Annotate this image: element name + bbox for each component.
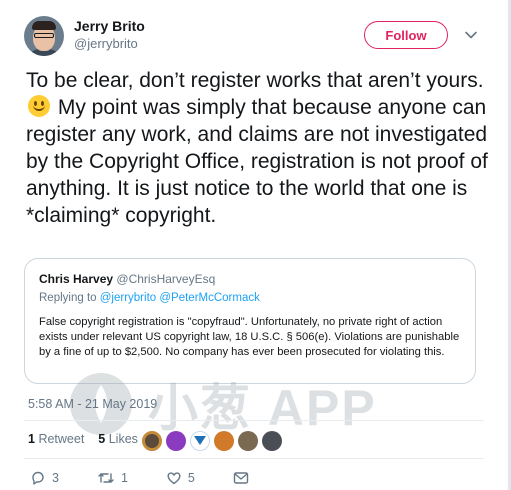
liker-avatar[interactable] xyxy=(142,431,162,451)
tweet-text-part-1: To be clear, don’t register works that a… xyxy=(26,69,484,92)
tweet-text-part-2: My point was simply that because anyone … xyxy=(26,96,488,227)
divider xyxy=(24,420,484,421)
quoted-tweet-body: False copyright registration is "copyfra… xyxy=(39,316,460,358)
liker-avatar[interactable] xyxy=(238,431,258,451)
liker-avatar[interactable] xyxy=(214,431,234,451)
chevron-down-icon[interactable] xyxy=(464,28,478,42)
like-action-count: 5 xyxy=(187,471,195,485)
tweet-header: Jerry Brito @jerrybrito Follow xyxy=(24,16,484,60)
mention-link[interactable]: @PeterMcCormack xyxy=(159,292,260,304)
retweet-icon xyxy=(98,473,114,483)
author-block[interactable]: Jerry Brito @jerrybrito xyxy=(74,17,145,53)
avatar[interactable] xyxy=(24,16,64,56)
retweet-label: Retweet xyxy=(38,432,85,446)
tweet-stats: 1 Retweet 5 Likes xyxy=(28,432,152,446)
retweet-count: 1 xyxy=(28,432,35,446)
retweet-action-count: 1 xyxy=(120,471,128,485)
replying-to-prefix: Replying to xyxy=(39,292,97,304)
quoted-author-handle: @ChrisHarveyEsq xyxy=(116,272,216,286)
liker-avatar[interactable] xyxy=(190,431,210,451)
reply-button[interactable]: 3 xyxy=(30,470,59,486)
liker-avatar[interactable] xyxy=(262,431,282,451)
reply-count: 3 xyxy=(52,471,59,485)
author-display-name[interactable]: Jerry Brito xyxy=(74,17,145,35)
likes-stat[interactable]: 5 Likes xyxy=(98,432,138,446)
quoted-author-name: Chris Harvey xyxy=(39,272,114,286)
tweet-timestamp[interactable]: 5:58 AM - 21 May 2019 xyxy=(28,397,157,411)
tweet-text: To be clear, don’t register works that a… xyxy=(26,67,488,229)
follow-button[interactable]: Follow xyxy=(364,21,448,49)
divider xyxy=(24,458,484,459)
likers-avatars xyxy=(142,431,286,451)
quoted-tweet[interactable]: Chris Harvey @ChrisHarveyEsq Replying to… xyxy=(24,258,476,384)
replying-to-line: Replying to @jerrybrito @PeterMcCormack xyxy=(39,292,260,304)
tweet-actions: 3 1 5 xyxy=(30,470,293,486)
heart-icon xyxy=(167,472,181,485)
likes-label: Likes xyxy=(108,432,138,446)
slightly-smiling-face-icon xyxy=(28,95,50,117)
like-button[interactable]: 5 xyxy=(166,470,195,486)
reply-icon xyxy=(32,471,44,485)
envelope-icon xyxy=(233,472,249,484)
retweet-button[interactable]: 1 xyxy=(97,470,128,486)
likes-count: 5 xyxy=(98,432,106,446)
retweet-stat[interactable]: 1 Retweet xyxy=(28,432,84,446)
liker-avatar[interactable] xyxy=(166,431,186,451)
direct-message-button[interactable] xyxy=(233,471,255,485)
quoted-tweet-header: Chris Harvey @ChrisHarveyEsq xyxy=(39,272,215,287)
mention-link[interactable]: @jerrybrito xyxy=(100,292,156,304)
author-handle[interactable]: @jerrybrito xyxy=(74,35,145,53)
